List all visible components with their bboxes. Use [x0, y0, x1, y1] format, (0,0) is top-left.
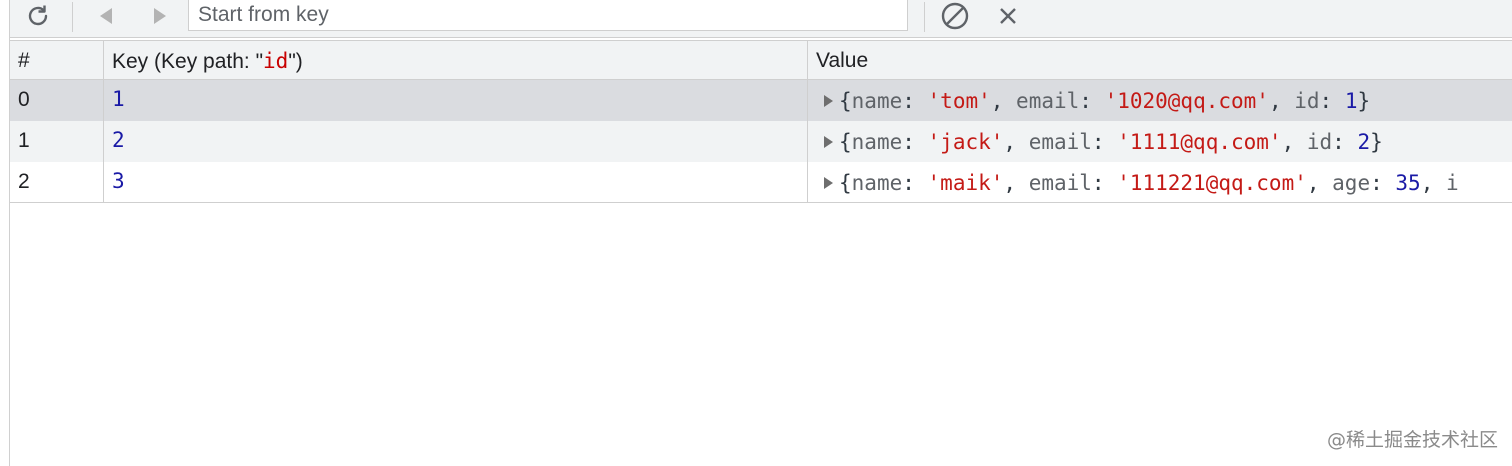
column-header-value[interactable]: Value	[807, 41, 1512, 79]
delete-selected-button[interactable]	[992, 0, 1024, 32]
key-path-value: id	[263, 49, 289, 73]
previous-page-button[interactable]	[90, 0, 122, 32]
clear-object-store-button[interactable]	[936, 0, 974, 32]
value-id: 2	[1357, 130, 1371, 154]
row-value[interactable]: {name: 'jack', email: '1111@qq.com', id:…	[807, 121, 1512, 162]
column-header-index[interactable]: #	[10, 41, 103, 79]
value-truncated: i	[1445, 171, 1459, 195]
triangle-right-icon	[154, 8, 166, 24]
table-row[interactable]: 2 3 {name: 'maik', email: '111221@qq.com…	[10, 162, 1512, 203]
row-key: 3	[103, 162, 807, 202]
value-name: 'maik'	[927, 171, 1004, 195]
value-name: 'tom'	[927, 89, 991, 113]
table-row[interactable]: 0 1 {name: 'tom', email: '1020@qq.com', …	[10, 80, 1512, 121]
toolbar-divider	[924, 2, 925, 32]
value-email: '1020@qq.com'	[1104, 89, 1269, 113]
row-key: 1	[103, 80, 807, 121]
row-index: 1	[18, 129, 30, 152]
data-grid: # Key (Key path: "id") Value 0 1 {name: …	[10, 40, 1512, 203]
toolbar-divider	[72, 2, 73, 32]
table-row[interactable]: 1 2 {name: 'jack', email: '1111@qq.com',…	[10, 121, 1512, 162]
block-icon	[941, 2, 969, 30]
triangle-left-icon	[100, 8, 112, 24]
start-from-key-input[interactable]	[198, 0, 907, 30]
value-age: 35	[1395, 171, 1421, 195]
row-index: 0	[18, 88, 30, 111]
value-email: '111221@qq.com'	[1117, 171, 1307, 195]
value-name: 'jack'	[927, 130, 1004, 154]
panel-left-border	[0, 0, 10, 466]
row-index: 2	[18, 170, 30, 193]
key-header-suffix: ")	[288, 50, 303, 73]
toolbar	[10, 0, 1512, 38]
close-icon	[1000, 8, 1016, 24]
refresh-icon	[28, 5, 48, 26]
key-header-prefix: Key (Key path: "	[112, 50, 264, 73]
row-value[interactable]: {name: 'tom', email: '1020@qq.com', id: …	[807, 80, 1512, 121]
row-key: 2	[103, 121, 807, 162]
row-value[interactable]: {name: 'maik', email: '111221@qq.com', a…	[807, 162, 1512, 202]
column-header-key[interactable]: Key (Key path: "id")	[103, 41, 807, 79]
expand-triangle-icon[interactable]	[824, 95, 833, 107]
watermark: @稀土掘金技术社区	[1326, 429, 1498, 451]
value-email: '1111@qq.com'	[1117, 130, 1282, 154]
expand-triangle-icon[interactable]	[824, 136, 833, 148]
refresh-button[interactable]	[18, 0, 58, 32]
start-from-key-field[interactable]	[188, 0, 908, 31]
expand-triangle-icon[interactable]	[824, 177, 833, 189]
value-id: 1	[1344, 89, 1358, 113]
next-page-button[interactable]	[144, 0, 176, 32]
table-header: # Key (Key path: "id") Value	[10, 40, 1512, 80]
